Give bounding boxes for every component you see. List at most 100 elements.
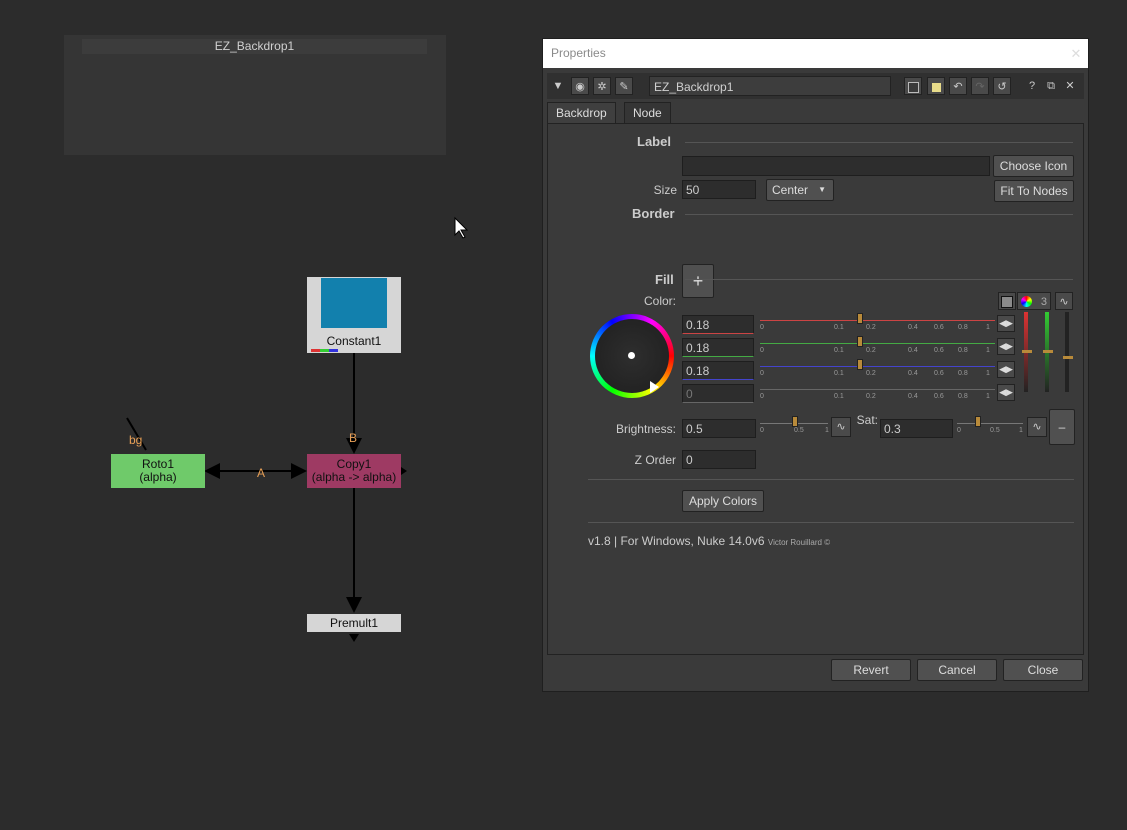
red-channel-slider[interactable]: 0 0.1 0.2 0.4 0.6 0.8 1 — [760, 312, 995, 332]
version-text: v1.8 | For Windows, Nuke 14.0v6 — [588, 534, 765, 548]
apply-colors-button[interactable]: Apply Colors — [682, 490, 764, 512]
chevron-down-icon: ▼ — [818, 185, 826, 194]
blue-channel-field[interactable]: 0.18 — [682, 361, 754, 380]
divider — [588, 479, 1074, 480]
copy-sublabel: (alpha -> alpha) — [311, 470, 397, 484]
cancel-button[interactable]: Cancel — [917, 659, 997, 681]
channel-indicator-icon — [311, 349, 338, 352]
backdrop-node[interactable]: EZ_Backdrop1 — [64, 35, 446, 155]
edge-label-bg: bg — [129, 433, 143, 447]
color-wheel-icon — [1021, 296, 1032, 307]
premult-output — [349, 634, 359, 642]
copy-mask-input — [401, 467, 407, 475]
help-icon[interactable]: ? — [1023, 77, 1041, 95]
alpha-channel-slider[interactable]: 0 0.1 0.2 0.4 0.6 0.8 1 — [760, 381, 995, 401]
size-field[interactable]: 50 — [682, 180, 756, 199]
sat-field[interactable]: 0.3 — [880, 419, 953, 438]
fill-section-title: Fill — [655, 272, 674, 287]
brightness-field[interactable]: 0.5 — [682, 419, 756, 438]
author-credit: Victor Rouillard © — [767, 538, 831, 547]
sat-curve-icon[interactable]: ∿ — [1027, 417, 1047, 437]
close-panel-icon[interactable]: ✕ — [1061, 77, 1079, 95]
collapse-triangle-icon[interactable]: ▼ — [549, 77, 567, 95]
node-color-icon[interactable] — [904, 77, 922, 95]
brightness-slider[interactable]: 0 0.5 1 — [760, 415, 829, 435]
label-section-title: Label — [637, 134, 671, 149]
constant-swatch — [321, 278, 387, 328]
sat-slider[interactable]: 0 0.5 1 — [957, 415, 1023, 435]
node-name-field[interactable]: EZ_Backdrop1 — [649, 76, 891, 96]
revert-button[interactable]: Revert — [831, 659, 911, 681]
float-window-icon[interactable]: ⧉ — [1042, 77, 1060, 95]
green-channel-field[interactable]: 0.18 — [682, 338, 754, 357]
revert-icon[interactable]: ↺ — [993, 77, 1011, 95]
copy-node[interactable]: Copy1 (alpha -> alpha) — [307, 454, 401, 488]
blue-channel-arrows-icon[interactable]: ◀▶ — [997, 361, 1015, 378]
border-section-title: Border — [632, 206, 675, 221]
edge-label-b: B — [349, 431, 358, 445]
version-info: v1.8 | For Windows, Nuke 14.0v6 Victor R… — [588, 534, 830, 548]
animation-curve-icon[interactable]: ∿ — [1055, 292, 1073, 310]
node-graph-icon[interactable]: ✲ — [593, 77, 611, 95]
red-channel-field[interactable]: 0.18 — [682, 315, 754, 334]
backdrop-title: EZ_Backdrop1 — [82, 39, 427, 54]
red-vertical-slider[interactable] — [1022, 312, 1032, 392]
tab-node[interactable]: Node — [624, 102, 671, 124]
tile-color-icon[interactable] — [927, 77, 945, 95]
green-vertical-slider[interactable] — [1043, 312, 1053, 392]
color-label: Color: — [643, 294, 676, 308]
fit-to-nodes-button[interactable]: Fit To Nodes — [994, 180, 1074, 202]
size-label: Size — [653, 183, 677, 197]
channel-count: 3 — [1040, 296, 1047, 308]
alpha-channel-field[interactable]: 0 — [682, 384, 754, 403]
wrench-icon[interactable]: ✎ — [615, 77, 633, 95]
alignment-value: Center — [772, 183, 809, 197]
alpha-vertical-slider[interactable] — [1063, 312, 1073, 392]
viewer-circle-icon[interactable]: ◉ — [571, 77, 589, 95]
properties-panel: Properties ✕ ▼ ◉ ✲ ✎ EZ_Backdrop1 ↶ ↷ ↺ … — [542, 38, 1089, 692]
constant-label: Constant1 — [326, 334, 382, 348]
premult-label: Premult1 — [329, 616, 379, 630]
green-channel-slider[interactable]: 0 0.1 0.2 0.4 0.6 0.8 1 — [760, 335, 995, 355]
edge-label-a: A — [257, 466, 266, 480]
label-input[interactable] — [682, 156, 990, 176]
z-order-label: Z Order — [634, 453, 676, 467]
slider-thumb[interactable] — [857, 359, 863, 370]
choose-icon-button[interactable]: Choose Icon — [993, 155, 1074, 177]
color-wheel-toggle[interactable]: 3 — [1017, 292, 1051, 310]
z-order-field[interactable]: 0 — [682, 450, 756, 469]
color-wheel[interactable] — [590, 314, 674, 398]
slider-thumb[interactable] — [857, 313, 863, 324]
divider — [685, 214, 1073, 215]
constant-node[interactable]: Constant1 — [307, 277, 401, 353]
roto-node[interactable]: Roto1 (alpha) — [111, 454, 205, 488]
value-triangle-icon[interactable] — [650, 381, 659, 393]
roto-sublabel: (alpha) — [139, 470, 177, 484]
slider-thumb[interactable] — [857, 336, 863, 347]
red-channel-arrows-icon[interactable]: ◀▶ — [997, 315, 1015, 332]
blue-channel-slider[interactable]: 0 0.1 0.2 0.4 0.6 0.8 1 — [760, 358, 995, 378]
close-button[interactable]: Close — [1003, 659, 1083, 681]
properties-titlebar[interactable]: Properties ✕ — [543, 39, 1088, 68]
add-border-button[interactable]: + — [682, 264, 714, 298]
color-picker-handle[interactable] — [628, 352, 635, 359]
alignment-dropdown[interactable]: Center ▼ — [766, 179, 834, 201]
backdrop-tab-content: Label Choose Icon Size 50 Center ▼ Fit T… — [547, 123, 1084, 655]
redo-icon[interactable]: ↷ — [971, 77, 989, 95]
sat-label: Sat: — [856, 413, 878, 427]
undo-icon[interactable]: ↶ — [949, 77, 967, 95]
properties-title: Properties — [551, 46, 606, 60]
divider — [685, 142, 1073, 143]
green-channel-arrows-icon[interactable]: ◀▶ — [997, 338, 1015, 355]
window-close-icon[interactable]: ✕ — [1068, 46, 1084, 62]
alpha-channel-arrows-icon[interactable]: ◀▶ — [997, 384, 1015, 401]
divider — [685, 279, 1073, 280]
properties-toolbar: ▼ ◉ ✲ ✎ EZ_Backdrop1 ↶ ↷ ↺ ? ⧉ ✕ — [547, 73, 1084, 99]
minus-button[interactable]: – — [1049, 409, 1075, 445]
brightness-label: Brightness: — [615, 422, 676, 436]
tab-backdrop[interactable]: Backdrop — [547, 102, 616, 124]
premult-node[interactable]: Premult1 — [307, 614, 401, 632]
mouse-cursor-icon — [454, 216, 469, 239]
color-swatch-icon[interactable] — [998, 292, 1016, 310]
divider — [588, 522, 1074, 523]
